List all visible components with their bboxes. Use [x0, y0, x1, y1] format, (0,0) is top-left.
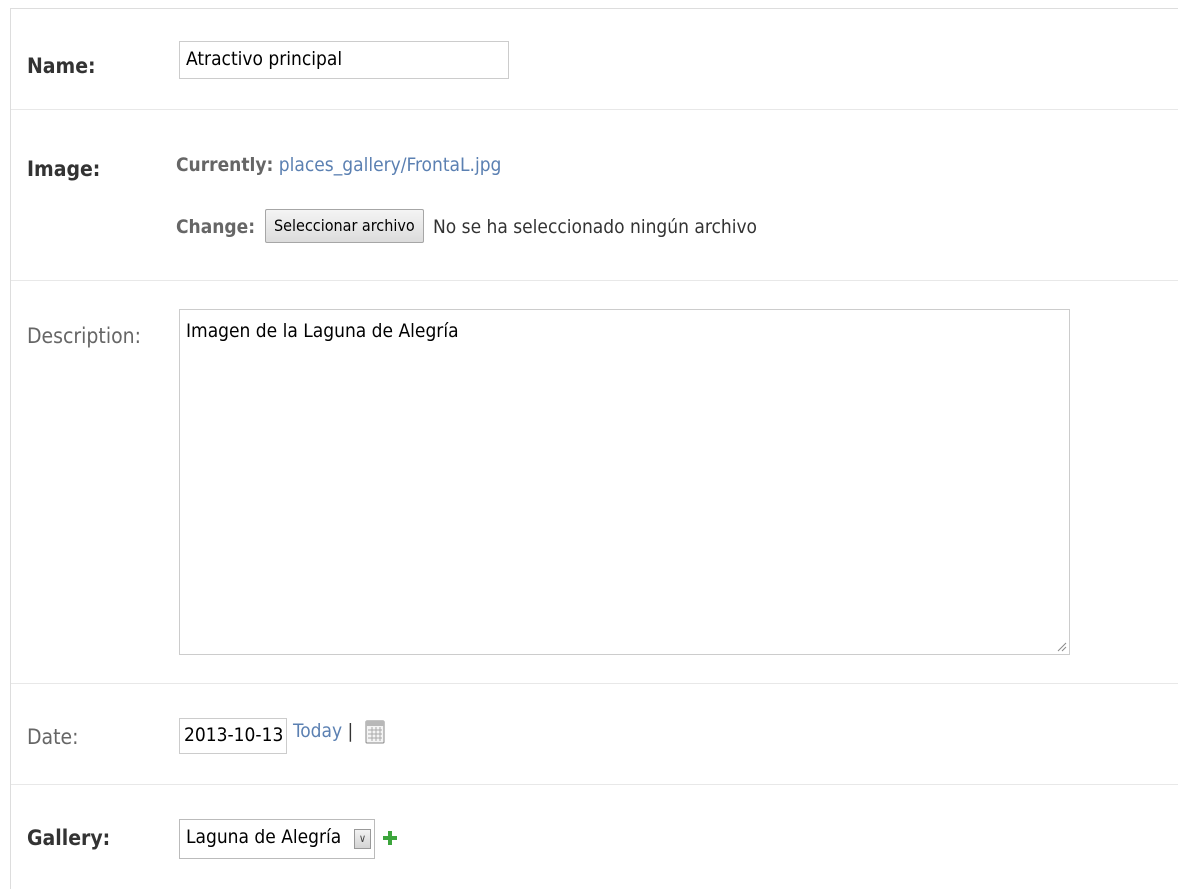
date-label: Date: — [27, 725, 79, 749]
date-shortcuts: Today | — [293, 718, 353, 744]
change-label: Change: — [176, 216, 256, 238]
no-file-text: No se ha seleccionado ningún archivo — [433, 216, 758, 238]
gallery-row: Gallery: Laguna de Alegría ∨ — [11, 785, 1178, 889]
currently-line: Currently: places_gallery/FrontaL.jpg — [176, 152, 501, 178]
current-image-link[interactable]: places_gallery/FrontaL.jpg — [279, 154, 502, 176]
description-label: Description: — [27, 324, 141, 348]
chevron-down-icon: ∨ — [354, 829, 371, 849]
description-text: Imagen de la Laguna de Alegría — [186, 320, 459, 342]
description-textarea[interactable]: Imagen de la Laguna de Alegría — [179, 309, 1070, 655]
image-row: Image: Currently: places_gallery/FrontaL… — [11, 110, 1178, 281]
date-input[interactable]: 2013-10-13 — [179, 718, 287, 754]
resize-grip-icon[interactable] — [1057, 642, 1067, 652]
edit-form: Name: Atractivo principal Image: Current… — [10, 8, 1178, 889]
today-link[interactable]: Today — [293, 720, 342, 742]
name-row: Name: Atractivo principal — [11, 9, 1178, 110]
description-row: Description: Imagen de la Laguna de Aleg… — [11, 281, 1178, 684]
gallery-label: Gallery: — [27, 826, 111, 850]
gallery-selected-value: Laguna de Alegría — [186, 826, 342, 848]
plus-icon[interactable] — [383, 831, 397, 845]
date-row: Date: 2013-10-13 Today | — [11, 684, 1178, 785]
name-label: Name: — [27, 54, 96, 78]
gallery-select[interactable]: Laguna de Alegría ∨ — [179, 819, 375, 859]
calendar-icon[interactable] — [365, 720, 385, 744]
choose-file-button[interactable]: Seleccionar archivo — [265, 209, 424, 243]
currently-label: Currently: — [176, 154, 274, 176]
date-separator: | — [347, 720, 354, 742]
image-label: Image: — [27, 157, 101, 181]
name-input[interactable]: Atractivo principal — [179, 41, 509, 79]
